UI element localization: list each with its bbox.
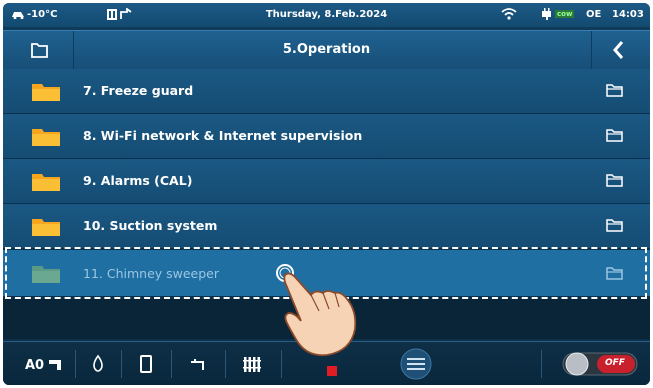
battery-indicator: cow xyxy=(555,10,575,18)
open-folder-icon xyxy=(606,129,623,142)
back-button[interactable] xyxy=(601,35,637,65)
menu-item-freeze-guard[interactable]: 7. Freeze guard xyxy=(3,69,650,114)
screen-header: 5.Operation xyxy=(3,30,650,70)
menu-item-alarms[interactable]: 9. Alarms (CAL) xyxy=(3,159,650,204)
folder-icon xyxy=(32,129,60,146)
power-switch-icon xyxy=(562,352,638,376)
device-screen: -10°C Thursday, 8.Feb.2024 cow OE 14:03 … xyxy=(3,3,650,385)
connection-label: OE xyxy=(586,9,602,20)
svg-text:A0: A0 xyxy=(25,358,44,373)
menu-button[interactable] xyxy=(393,348,439,380)
menu-item-label: 9. Alarms (CAL) xyxy=(83,173,193,188)
hand-pointer-icon xyxy=(276,264,357,357)
menu-item-wifi-internet[interactable]: 8. Wi-Fi network & Internet supervision xyxy=(3,114,650,159)
clock-time: 14:03 xyxy=(612,9,644,20)
wifi-icon xyxy=(501,8,517,20)
folder-icon xyxy=(32,174,60,191)
menu-item-label: 8. Wi-Fi network & Internet supervision xyxy=(83,128,363,143)
tap-water-button[interactable] xyxy=(183,348,213,380)
menu-item-suction-system[interactable]: 10. Suction system xyxy=(3,204,650,249)
open-folder-icon xyxy=(606,174,623,187)
hamburger-menu-icon xyxy=(400,348,432,380)
menu-item-label: 7. Freeze guard xyxy=(83,83,194,98)
automatic-mode-button[interactable]: A0 xyxy=(23,348,69,380)
water-tap-icon xyxy=(191,359,204,370)
boiler-button[interactable] xyxy=(131,348,161,380)
heating-circuit-button[interactable] xyxy=(237,348,267,380)
flame-button[interactable] xyxy=(83,348,113,380)
auto-mode-icon: A0 xyxy=(25,358,61,373)
radiator-icon xyxy=(243,357,261,372)
status-bar: -10°C Thursday, 8.Feb.2024 cow OE 14:03 xyxy=(3,3,650,27)
folder-icon xyxy=(32,219,60,236)
boiler-icon xyxy=(140,355,152,373)
touch-hand-pointer xyxy=(267,259,377,359)
plug-icon xyxy=(542,8,551,20)
open-folder-icon xyxy=(606,84,623,97)
menu-item-label: 10. Suction system xyxy=(83,218,218,233)
folder-icon xyxy=(32,84,60,101)
flame-icon xyxy=(93,354,103,372)
chevron-left-icon xyxy=(613,41,624,59)
open-folder-icon xyxy=(606,219,623,232)
page-title: 5.Operation xyxy=(282,42,371,57)
power-toggle[interactable]: OFF xyxy=(559,348,639,380)
power-toggle-label: OFF xyxy=(605,358,625,368)
